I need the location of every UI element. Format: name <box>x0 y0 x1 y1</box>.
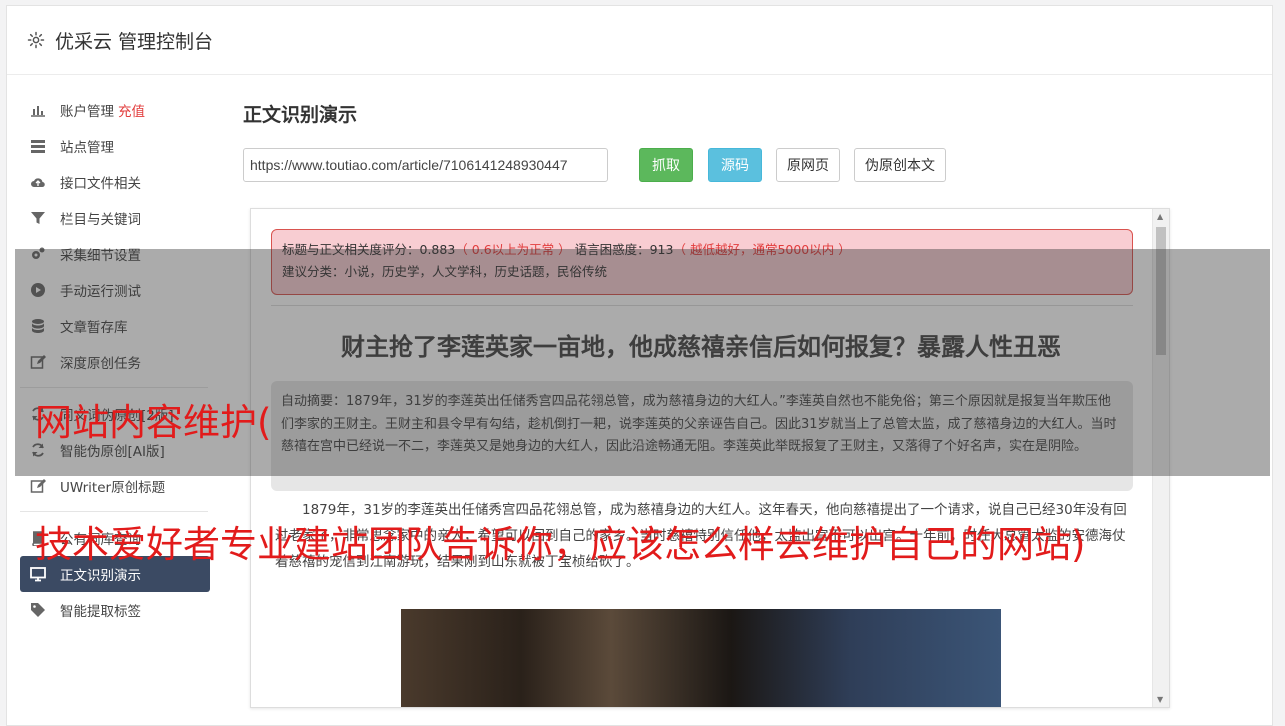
gear-icon <box>27 31 45 49</box>
fetch-button[interactable]: 抓取 <box>639 148 693 182</box>
perplexity-score: 语言困惑度：913 <box>570 242 674 257</box>
pseudo-original-button[interactable]: 伪原创本文 <box>854 148 946 182</box>
sidebar-item-collect-settings[interactable]: 采集细节设置 <box>20 236 210 272</box>
perplexity-hint: （ 越低越好，通常5000以内 ） <box>673 242 851 257</box>
scroll-up-icon[interactable]: ▲ <box>1157 212 1163 221</box>
tag-icon <box>30 602 46 618</box>
refresh-icon <box>30 406 46 422</box>
monitor-icon <box>30 566 46 582</box>
page-title: 正文识别演示 <box>243 104 358 126</box>
relevance-hint: （ 0.6以上为正常 ） <box>455 242 571 257</box>
scroll-down-icon[interactable]: ▼ <box>1157 695 1163 704</box>
score-line: 标题与正文相关度评分：0.883（ 0.6以上为正常 ） 语言困惑度：913（ … <box>282 239 1122 261</box>
play-circle-icon <box>30 282 46 298</box>
sidebar-item-article-store[interactable]: 文章暂存库 <box>20 308 210 344</box>
sidebar-item-label: 采集细节设置 <box>60 248 141 264</box>
score-alert: 标题与正文相关度评分：0.883（ 0.6以上为正常 ） 语言困惑度：913（ … <box>271 229 1133 295</box>
sidebar-item-account[interactable]: 账户管理 充值 <box>20 92 210 128</box>
relevance-score: 标题与正文相关度评分：0.883 <box>282 242 456 257</box>
url-input-value: https://www.toutiao.com/article/71061412… <box>250 157 568 173</box>
edit-icon <box>30 354 46 370</box>
bar-chart-icon <box>30 102 46 118</box>
article-preview[interactable]: 标题与正文相关度评分：0.883（ 0.6以上为正常 ） 语言困惑度：913（ … <box>250 208 1170 708</box>
sidebar-item-ai-rewrite[interactable]: 智能伪原创[AI版] <box>20 432 210 468</box>
article-image <box>401 609 1001 707</box>
url-input[interactable]: https://www.toutiao.com/article/71061412… <box>243 148 608 182</box>
sidebar-item-synonym-rewrite[interactable]: 同义词伪原创[2版] <box>20 396 210 432</box>
preview-divider <box>271 305 1133 306</box>
scrollbar-thumb[interactable] <box>1156 227 1166 355</box>
article-body: 1879年，31岁的李莲英出任储秀宫四品花翎总管，成为慈禧身边的大红人。这年春天… <box>275 502 1127 570</box>
sidebar-item-public-lexicon[interactable]: 公有词库查询 <box>20 520 210 556</box>
sidebar-item-label: 账户管理 <box>60 104 114 120</box>
book-icon <box>30 530 46 546</box>
sidebar-divider <box>20 511 208 512</box>
sidebar-item-label: 手动运行测试 <box>60 284 141 300</box>
sidebar-item-label: 深度原创任务 <box>60 356 141 372</box>
cogs-icon <box>30 246 46 262</box>
filter-icon <box>30 210 46 226</box>
sidebar-item-uwriter-title[interactable]: UWriter原创标题 <box>20 468 210 504</box>
recharge-link[interactable]: 充值 <box>118 100 145 120</box>
sidebar-item-smart-tags[interactable]: 智能提取标签 <box>20 592 210 628</box>
sidebar-item-label: UWriter原创标题 <box>60 480 166 496</box>
source-button[interactable]: 源码 <box>708 148 762 182</box>
sidebar-item-label: 智能提取标签 <box>60 604 141 620</box>
sidebar-item-text-recognition[interactable]: 正文识别演示 <box>20 556 210 592</box>
category-line: 建议分类：小说，历史学，人文学科，历史话题，民俗传统 <box>282 264 608 279</box>
preview-scrollbar[interactable]: ▲ ▼ <box>1152 209 1169 707</box>
sidebar-item-label: 接口文件相关 <box>60 176 141 192</box>
original-page-button[interactable]: 原网页 <box>776 148 840 182</box>
app-title: 优采云 管理控制台 <box>55 30 214 53</box>
sidebar-divider <box>20 387 208 388</box>
sidebar-item-label: 公有词库查询 <box>60 532 141 548</box>
sidebar-item-label: 同义词伪原创[2版] <box>60 408 174 424</box>
sidebar: 账户管理 充值 站点管理 接口文件相关 栏目与关键词 采集细节设置 手动运行测试… <box>20 92 210 628</box>
sidebar-item-sites[interactable]: 站点管理 <box>20 128 210 164</box>
article-headline: 财主抢了李莲英家一亩地，他成慈禧亲信后如何报复？暴露人性丑恶 <box>341 333 1061 361</box>
edit-icon <box>30 478 46 494</box>
sidebar-item-label: 文章暂存库 <box>60 320 128 336</box>
sidebar-item-columns-keywords[interactable]: 栏目与关键词 <box>20 200 210 236</box>
cloud-upload-icon <box>30 174 46 190</box>
top-bar: 优采云 管理控制台 <box>7 6 1272 75</box>
sidebar-item-label: 智能伪原创[AI版] <box>60 444 165 460</box>
sidebar-item-manual-run[interactable]: 手动运行测试 <box>20 272 210 308</box>
database-icon <box>30 318 46 334</box>
refresh-icon <box>30 442 46 458</box>
auto-summary: 自动摘要：1879年，31岁的李莲英出任储秀宫四品花翎总管，成为慈禧身边的大红人… <box>271 381 1133 491</box>
sidebar-item-interface-files[interactable]: 接口文件相关 <box>20 164 210 200</box>
sidebar-item-deep-original[interactable]: 深度原创任务 <box>20 344 210 380</box>
sidebar-item-label: 正文识别演示 <box>60 568 141 584</box>
sidebar-item-label: 站点管理 <box>60 140 114 156</box>
sidebar-item-label: 栏目与关键词 <box>60 212 141 228</box>
server-icon <box>30 138 46 154</box>
